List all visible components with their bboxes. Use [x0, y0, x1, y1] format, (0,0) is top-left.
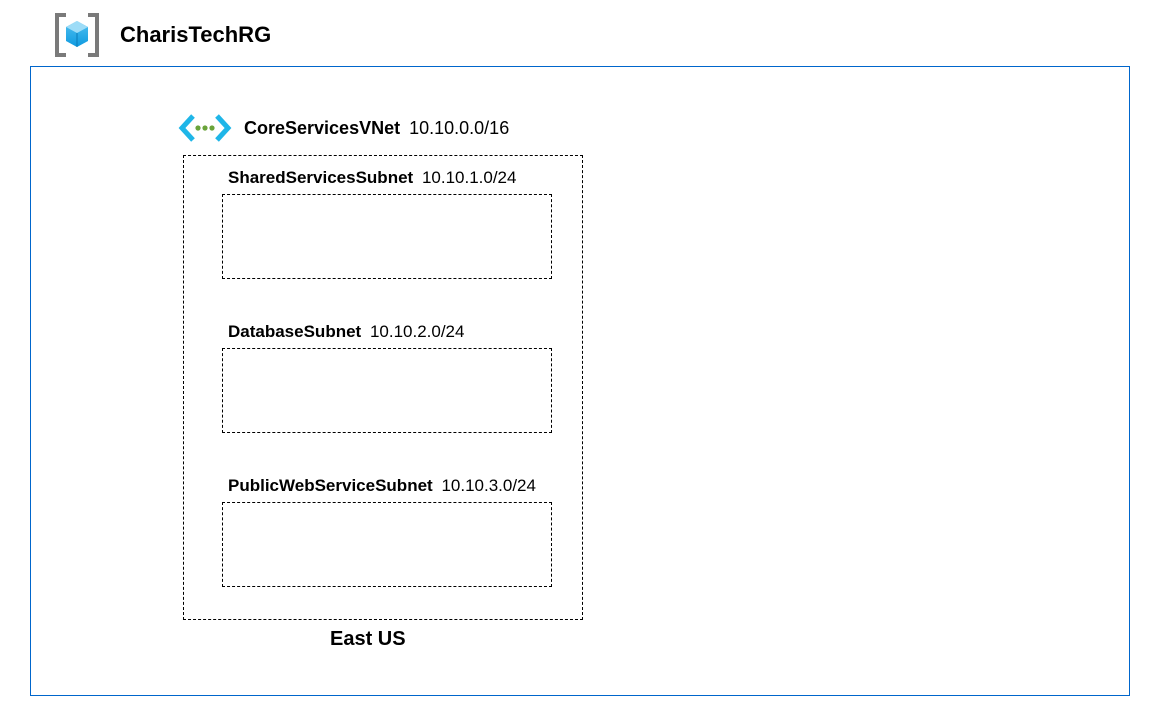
resource-group-icon — [50, 8, 104, 62]
resource-group-name: CharisTechRG — [120, 22, 271, 48]
subnet-container — [222, 502, 552, 587]
resource-group-header: CharisTechRG — [50, 8, 271, 62]
vnet-cidr: 10.10.0.0/16 — [409, 118, 509, 138]
subnet-name: PublicWebServiceSubnet — [228, 476, 433, 495]
vnet-header: CoreServicesVNet 10.10.0.0/16 — [178, 108, 509, 148]
vnet-title: CoreServicesVNet 10.10.0.0/16 — [244, 118, 509, 139]
subnet-cidr: 10.10.3.0/24 — [441, 476, 536, 495]
subnet-cidr: 10.10.2.0/24 — [370, 322, 465, 341]
subnet-public-web-service: PublicWebServiceSubnet 10.10.3.0/24 — [222, 476, 552, 587]
subnet-shared-services: SharedServicesSubnet 10.10.1.0/24 — [222, 168, 552, 279]
subnet-label: SharedServicesSubnet 10.10.1.0/24 — [228, 168, 552, 188]
virtual-network-icon — [178, 108, 232, 148]
subnet-label: PublicWebServiceSubnet 10.10.3.0/24 — [228, 476, 552, 496]
subnet-label: DatabaseSubnet 10.10.2.0/24 — [228, 322, 552, 342]
subnet-container — [222, 194, 552, 279]
subnet-name: DatabaseSubnet — [228, 322, 361, 341]
vnet-region: East US — [330, 628, 406, 651]
subnet-cidr: 10.10.1.0/24 — [422, 168, 517, 187]
subnet-database: DatabaseSubnet 10.10.2.0/24 — [222, 322, 552, 433]
subnet-name: SharedServicesSubnet — [228, 168, 413, 187]
vnet-name: CoreServicesVNet — [244, 118, 400, 138]
subnet-container — [222, 348, 552, 433]
